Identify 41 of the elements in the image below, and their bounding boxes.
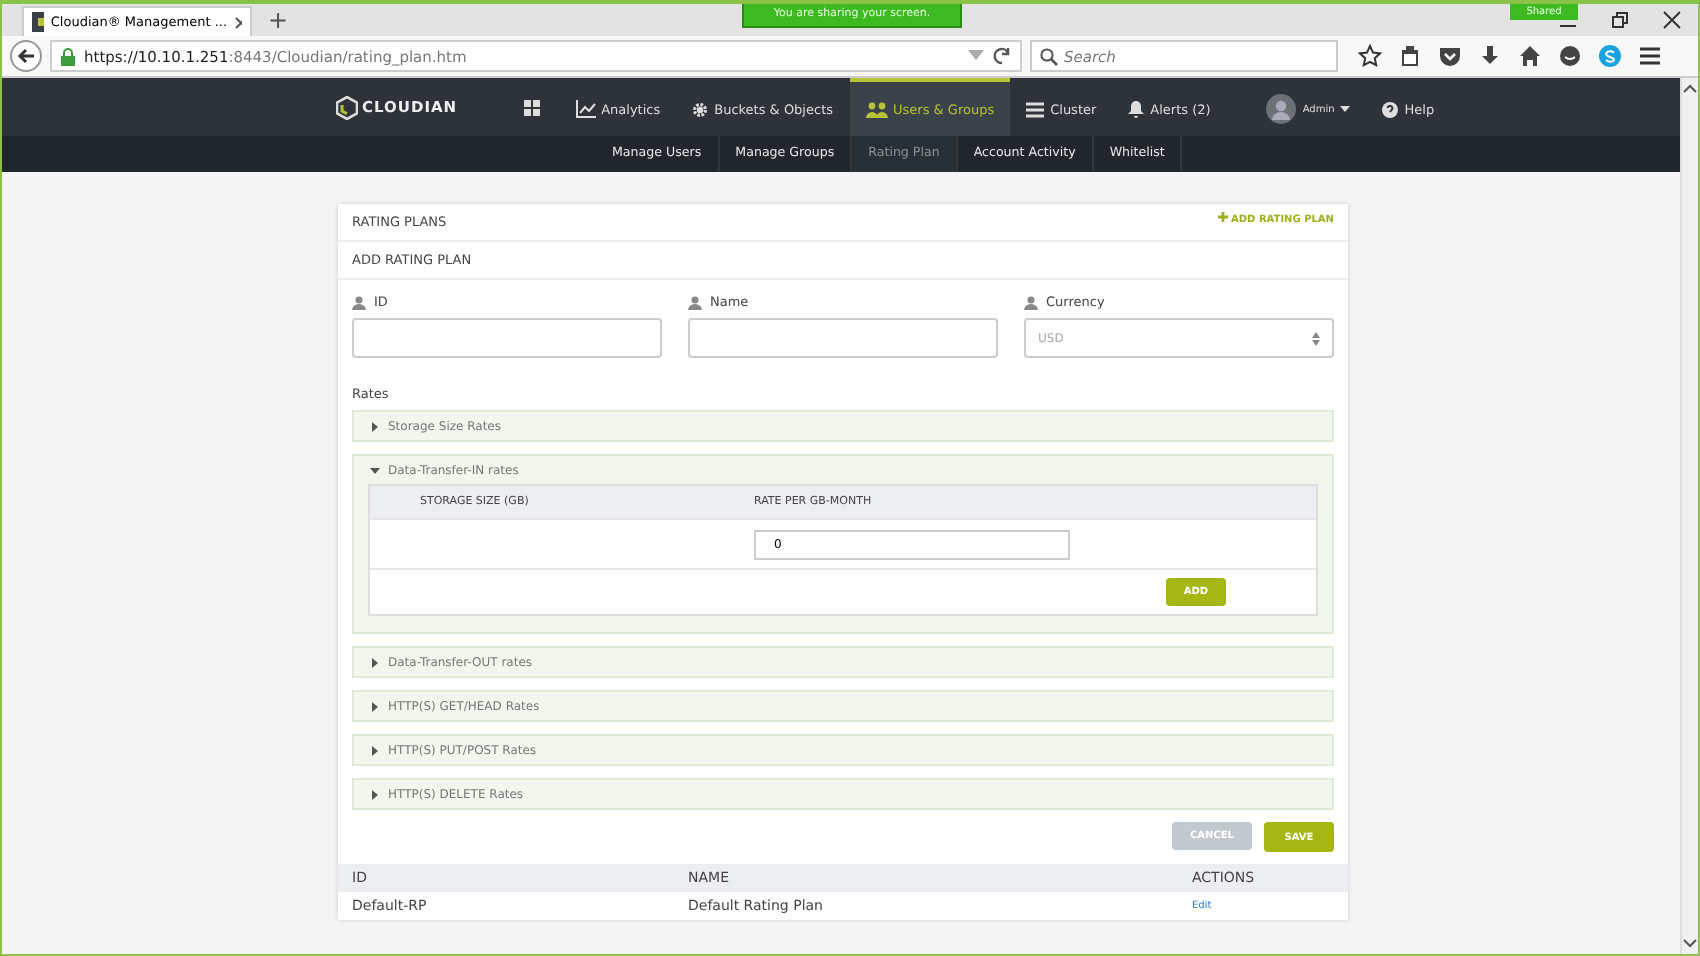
gear-icon xyxy=(692,101,709,117)
new-tab-button[interactable]: + xyxy=(268,6,289,36)
caret-right-icon xyxy=(370,701,380,711)
user-icon xyxy=(352,295,366,309)
search-icon xyxy=(1040,48,1058,66)
caret-right-icon xyxy=(370,789,380,799)
scroll-down-icon[interactable] xyxy=(1682,938,1698,950)
caret-right-icon xyxy=(370,657,380,667)
home-icon[interactable] xyxy=(1518,44,1542,68)
scrollbar[interactable] xyxy=(1680,78,1698,954)
lock-icon xyxy=(60,47,76,65)
list-icon xyxy=(1026,101,1045,117)
users-icon xyxy=(865,101,888,117)
pocket-icon[interactable] xyxy=(1438,44,1462,68)
reload-icon[interactable] xyxy=(992,46,1012,66)
text-field[interactable] xyxy=(352,318,662,358)
skype-icon[interactable] xyxy=(1598,44,1622,68)
caret-icon xyxy=(1340,106,1351,112)
help-icon xyxy=(1382,101,1399,117)
restore-icon[interactable] xyxy=(1610,10,1630,30)
scroll-up-icon[interactable] xyxy=(1682,82,1698,94)
spinner-icon xyxy=(1312,331,1320,345)
menu-icon[interactable] xyxy=(1638,44,1662,68)
download-icon[interactable] xyxy=(1478,44,1502,68)
plus-icon xyxy=(1217,212,1228,222)
star-icon[interactable] xyxy=(1358,44,1382,68)
avatar-icon xyxy=(1266,94,1297,124)
grid-icon[interactable] xyxy=(523,99,540,115)
back-icon[interactable] xyxy=(10,40,42,72)
caret-right-icon xyxy=(370,421,380,431)
text-field[interactable] xyxy=(688,318,998,358)
caret-right-icon xyxy=(370,745,380,755)
logo-icon xyxy=(336,95,358,119)
user-icon xyxy=(688,295,702,309)
chat-icon[interactable] xyxy=(1558,44,1582,68)
user-icon xyxy=(1024,295,1038,309)
clipboard-icon[interactable] xyxy=(1398,44,1422,68)
caret-down-icon xyxy=(370,465,380,475)
chart-icon xyxy=(575,100,596,118)
bell-icon xyxy=(1128,100,1145,118)
favicon-icon xyxy=(32,12,45,32)
